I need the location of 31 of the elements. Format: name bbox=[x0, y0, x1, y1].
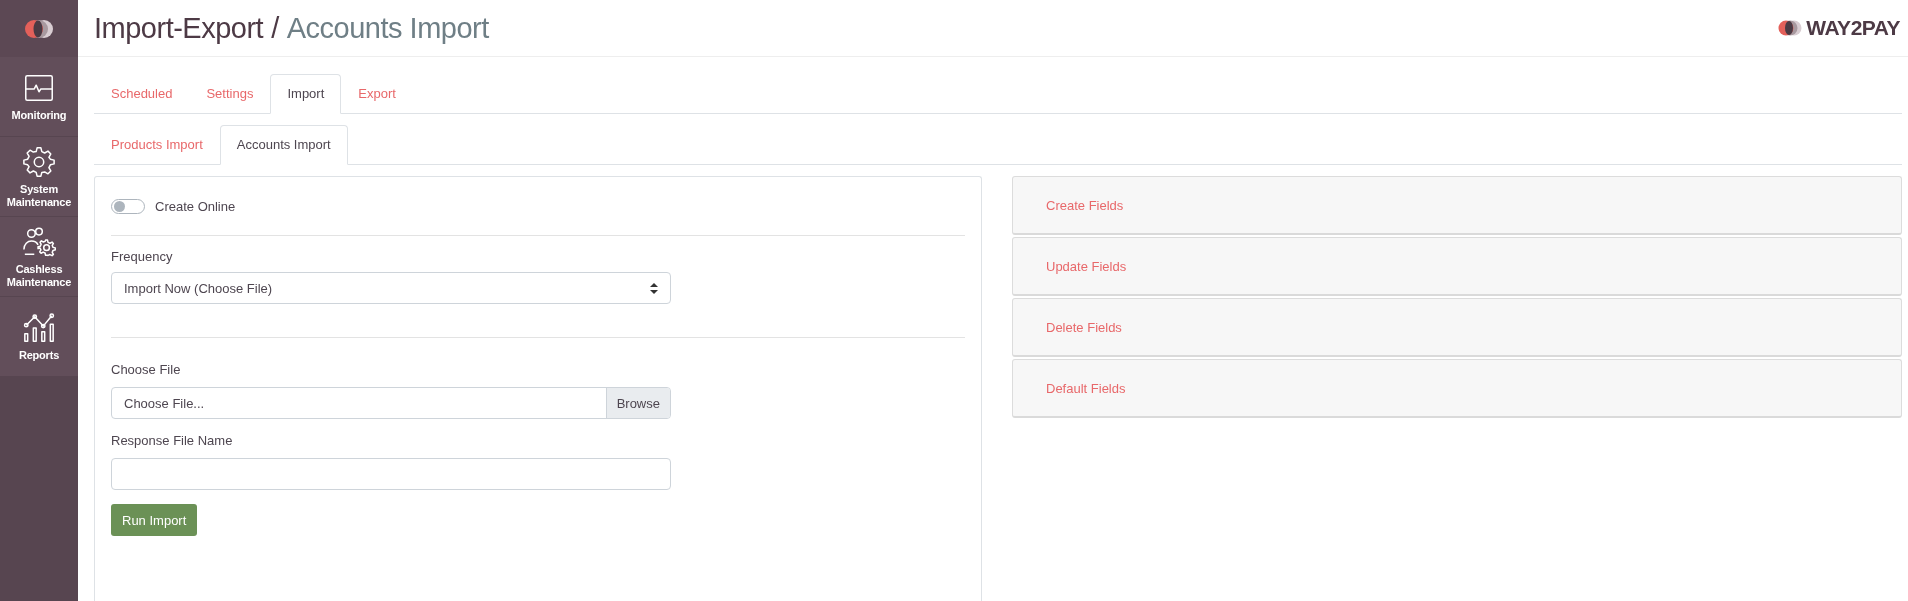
sidebar-item[interactable]: Monitoring bbox=[0, 57, 78, 137]
logo-icon bbox=[1777, 20, 1804, 36]
field-label: Response File Name bbox=[111, 433, 234, 448]
page-title: Import-Export bbox=[94, 11, 264, 45]
tab[interactable]: Export bbox=[341, 74, 413, 114]
page-subtitle: Accounts Import bbox=[286, 11, 489, 45]
logo-icon bbox=[24, 18, 54, 39]
sidebar-item[interactable]: Cashless Maintenance bbox=[0, 217, 78, 297]
tab[interactable]: Products Import bbox=[94, 125, 220, 165]
sort-arrows-icon bbox=[650, 282, 658, 294]
accordion-panel[interactable]: Update Fields bbox=[1012, 237, 1902, 296]
accordion-panel[interactable]: Delete Fields bbox=[1012, 298, 1902, 357]
frequency-select[interactable]: Import Now (Choose File) bbox=[111, 272, 671, 304]
brand-logo-text: WAY2PAY bbox=[1806, 16, 1900, 40]
sidebar-item[interactable]: System Maintenance bbox=[0, 137, 78, 217]
run-import-button[interactable]: Run Import bbox=[111, 504, 198, 536]
settings-icon bbox=[22, 144, 56, 179]
breadcrumb-separator: / bbox=[271, 11, 279, 45]
field-label: Choose File bbox=[111, 362, 182, 377]
input-field[interactable] bbox=[111, 458, 671, 490]
tab[interactable]: Accounts Import bbox=[219, 125, 348, 165]
tab[interactable]: Settings bbox=[189, 74, 271, 114]
tab[interactable]: Import bbox=[270, 74, 342, 114]
accordion-panel[interactable]: Create Fields bbox=[1012, 176, 1902, 235]
toggle-label: Create Online bbox=[155, 199, 236, 214]
file-input[interactable]: Choose File... Browse bbox=[111, 387, 671, 419]
tab[interactable]: Scheduled bbox=[94, 74, 190, 114]
accordion-panel[interactable]: Default Fields bbox=[1012, 359, 1902, 418]
sidebar-item[interactable]: Reports bbox=[0, 297, 78, 377]
field-label: Frequency bbox=[111, 249, 174, 264]
toggle-switch[interactable] bbox=[111, 199, 145, 214]
